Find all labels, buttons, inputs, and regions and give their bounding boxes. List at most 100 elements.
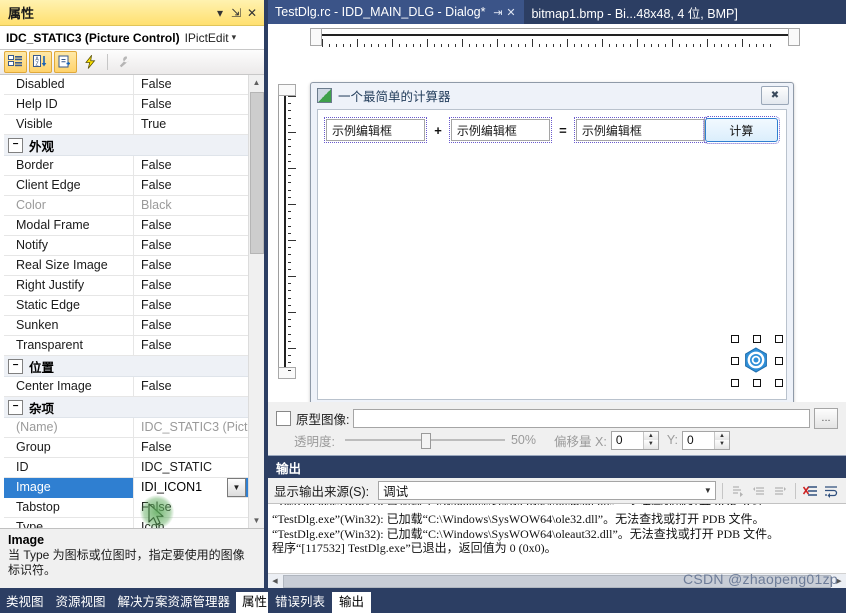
offset-x-down-icon[interactable]: ▼ (643, 440, 658, 449)
offset-x-value[interactable]: 0 (612, 433, 643, 447)
property-row[interactable]: Static Edge False (4, 295, 249, 316)
pin-icon[interactable]: ⇲ (228, 4, 244, 22)
previous-message-icon[interactable] (750, 481, 768, 501)
property-row[interactable]: Color Black (4, 195, 249, 216)
selected-picture-control[interactable] (731, 335, 783, 387)
property-row[interactable]: Visible True (4, 114, 249, 135)
collapse-icon[interactable]: − (8, 137, 23, 153)
property-value[interactable]: False (134, 236, 249, 256)
result-edit[interactable]: 示例编辑框 (573, 117, 707, 143)
offset-x-up-icon[interactable]: ▲ (643, 431, 658, 440)
left-dock-tab[interactable]: 资源视图 (50, 592, 112, 613)
next-message-icon[interactable] (771, 481, 789, 501)
offset-x-stepper[interactable]: 0 ▲ ▼ (610, 430, 659, 450)
properties-scrollbar[interactable]: ▲ ▼ (248, 75, 264, 528)
scrollbar-thumb[interactable] (250, 92, 264, 254)
offset-y-down-icon[interactable]: ▼ (714, 440, 729, 449)
categorized-view-button[interactable] (4, 51, 27, 73)
property-row[interactable]: Image IDI_ICON1 ▼ (4, 477, 249, 498)
offset-y-up-icon[interactable]: ▲ (714, 431, 729, 440)
property-row[interactable]: Group False (4, 437, 249, 458)
output-source-select[interactable]: 调试 ▼ (378, 481, 717, 500)
events-button[interactable] (79, 51, 102, 73)
property-value[interactable]: False (134, 156, 249, 176)
close-icon[interactable]: ✕ (244, 4, 260, 22)
resize-handle-w[interactable] (731, 357, 739, 365)
offset-y-stepper[interactable]: 0 ▲ ▼ (681, 430, 730, 450)
scroll-left-icon[interactable]: ◀ (268, 577, 282, 585)
property-row[interactable]: Transparent False (4, 335, 249, 356)
chevron-down-icon[interactable]: ▾ (212, 4, 228, 22)
property-row[interactable]: Tabstop False (4, 497, 249, 518)
property-row[interactable]: Center Image False (4, 376, 249, 397)
property-row[interactable]: Real Size Image False (4, 255, 249, 276)
property-value[interactable]: False (134, 216, 249, 236)
scroll-down-icon[interactable]: ▼ (249, 513, 264, 528)
prototype-image-checkbox[interactable] (276, 410, 291, 426)
property-pages-button[interactable] (113, 51, 136, 73)
resize-handle-n[interactable] (753, 335, 761, 343)
alphabetical-sort-button[interactable]: A Z (29, 51, 52, 73)
property-value[interactable]: Icon (134, 518, 249, 529)
properties-button[interactable] (54, 51, 77, 73)
property-value[interactable]: False (134, 296, 249, 316)
bottom-dock-tab[interactable]: 错误列表 (268, 592, 332, 613)
dialog-designer[interactable]: 一个最简单的计算器 ✖ 示例编辑框 + 示例编辑框 = 示例编辑框 计算 (268, 24, 846, 403)
property-row[interactable]: Help ID False (4, 94, 249, 115)
property-category-row[interactable]: − 杂项 (4, 397, 249, 418)
bottom-dock-tab[interactable]: 输出 (332, 592, 372, 613)
document-tab[interactable]: bitmap1.bmp - Bi...48x48, 4 位, BMP] (524, 0, 750, 24)
transparency-slider-thumb[interactable] (420, 433, 431, 449)
clear-all-icon[interactable] (801, 481, 819, 501)
property-row[interactable]: Type Icon (4, 517, 249, 529)
property-row[interactable]: Notify False (4, 235, 249, 256)
output-horizontal-scrollbar[interactable]: ◀ ▶ (268, 573, 846, 588)
property-row[interactable]: Client Edge False (4, 175, 249, 196)
property-value[interactable]: IDC_STATIC3 (Pictur (134, 418, 249, 438)
left-dock-tab[interactable]: 类视图 (0, 592, 50, 613)
property-value[interactable]: False (134, 95, 249, 115)
chevron-down-icon[interactable]: ▼ (700, 486, 715, 495)
resize-handle-e[interactable] (775, 357, 783, 365)
property-value-dropdown-icon[interactable]: ▼ (227, 478, 246, 497)
property-value[interactable]: False (134, 377, 249, 397)
property-row[interactable]: Right Justify False (4, 275, 249, 296)
property-row[interactable]: Border False (4, 155, 249, 176)
goto-message-icon[interactable] (729, 481, 747, 501)
document-tab[interactable]: TestDlg.rc - IDD_MAIN_DLG - Dialog* ⇥ ✕ (268, 0, 525, 24)
property-value[interactable]: IDI_ICON1 (134, 477, 227, 498)
toggle-word-wrap-icon[interactable] (822, 481, 840, 501)
resize-handle-sw[interactable] (731, 379, 739, 387)
close-icon[interactable]: ✕ (504, 6, 517, 19)
property-row[interactable]: Disabled False (4, 75, 249, 95)
collapse-icon[interactable]: − (8, 358, 23, 374)
property-category-row[interactable]: − 位置 (4, 356, 249, 377)
chevron-down-icon[interactable]: ▾ (232, 32, 237, 43)
dialog-preview[interactable]: 一个最简单的计算器 ✖ 示例编辑框 + 示例编辑框 = 示例编辑框 计算 (310, 82, 794, 402)
property-row[interactable]: (Name) IDC_STATIC3 (Pictur (4, 417, 249, 438)
property-row[interactable]: Sunken False (4, 315, 249, 336)
operand1-edit[interactable]: 示例编辑框 (323, 117, 428, 143)
property-value[interactable]: IDC_STATIC (134, 458, 249, 478)
property-value[interactable]: False (134, 276, 249, 296)
output-scrollbar-thumb[interactable] (283, 574, 831, 588)
property-value[interactable]: False (134, 438, 249, 458)
transparency-slider[interactable] (344, 431, 505, 449)
resize-handle-nw[interactable] (731, 335, 739, 343)
property-value[interactable]: True (134, 115, 249, 135)
scroll-up-icon[interactable]: ▲ (249, 75, 264, 90)
scroll-right-icon[interactable]: ▶ (832, 577, 846, 585)
collapse-icon[interactable]: − (8, 399, 23, 415)
offset-y-value[interactable]: 0 (683, 433, 714, 447)
resize-handle-se[interactable] (775, 379, 783, 387)
operand2-edit[interactable]: 示例编辑框 (448, 117, 553, 143)
left-dock-tab[interactable]: 解决方案资源管理器 (112, 592, 237, 613)
property-value[interactable]: False (134, 336, 249, 356)
property-value[interactable]: False (134, 176, 249, 196)
dialog-close-button[interactable]: ✖ (761, 85, 789, 105)
property-row[interactable]: Modal Frame False (4, 215, 249, 236)
property-value[interactable]: False (134, 498, 249, 518)
calculate-button[interactable]: 计算 (702, 116, 781, 144)
prototype-image-path-input[interactable] (353, 408, 810, 428)
prototype-image-browse-button[interactable]: ... (814, 407, 838, 429)
